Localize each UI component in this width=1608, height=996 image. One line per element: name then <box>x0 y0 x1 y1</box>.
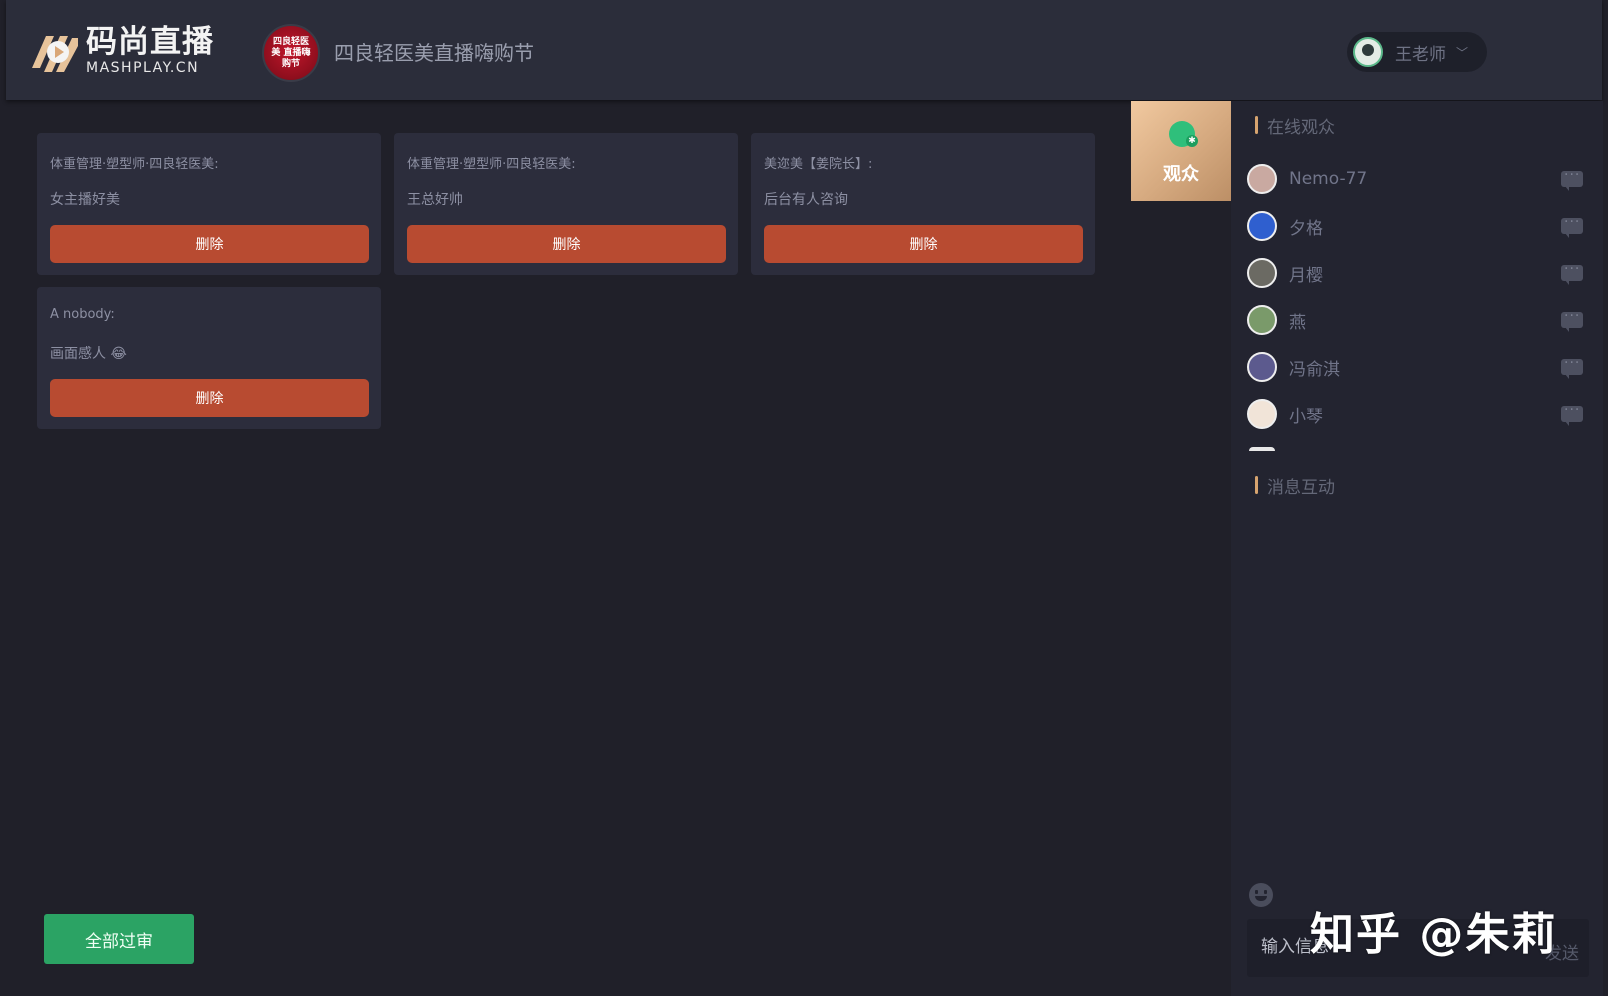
chat-bubble-icon[interactable] <box>1561 355 1583 379</box>
play-logo-icon <box>32 28 78 74</box>
comment-text: 女主播好美 <box>50 192 120 208</box>
user-name: 王老师 <box>1395 44 1446 65</box>
audience-panel: 在线观众 Nemo-77 夕格 月樱 燕 冯俞淇 小琴 消息互动 发送 <box>1231 101 1603 996</box>
comment-author: A nobody: <box>50 307 115 322</box>
chat-bubble-icon[interactable] <box>1561 261 1583 285</box>
logo-text-cn: 码尚直播 <box>86 24 214 60</box>
viewer-name: 夕格 <box>1289 218 1323 239</box>
viewer-name: 月樱 <box>1289 265 1323 286</box>
viewer-item[interactable]: 小琴 <box>1247 398 1587 430</box>
chat-bubble-icon[interactable] <box>1561 214 1583 238</box>
comment-text: 后台有人咨询 <box>764 192 848 208</box>
comment-author: 体重管理·塑型师·四良轻医美: <box>50 157 219 172</box>
approve-all-button[interactable]: 全部过审 <box>44 914 194 964</box>
comment-text: 画面感人 😂 <box>50 346 127 362</box>
comment-author: 美迩美【姜院长】: <box>764 157 873 172</box>
viewer-name: Nemo-77 <box>1289 169 1368 189</box>
avatar <box>1247 211 1277 241</box>
viewer-name: 小琴 <box>1289 406 1323 427</box>
comment-card: 体重管理·塑型师·四良轻医美: 王总好帅 删除 <box>394 133 738 275</box>
room-title: 四良轻医美直播嗨购节 <box>334 41 534 65</box>
avatar <box>1247 258 1277 288</box>
chat-bubble-icon[interactable] <box>1561 167 1583 191</box>
chevron-down-icon: ﹀ <box>1456 45 1469 60</box>
watermark: 知乎 @朱莉 <box>1310 909 1558 960</box>
avatar <box>1247 399 1277 429</box>
viewer-item[interactable]: 冯俞淇 <box>1247 351 1587 383</box>
room-avatar: 四良轻医美 直播嗨购节 <box>262 24 320 82</box>
user-menu[interactable]: 王老师 ﹀ <box>1347 32 1487 72</box>
online-badge-icon: ✱ <box>1186 135 1198 147</box>
viewer-name: 燕 <box>1289 312 1306 333</box>
emoji-icon[interactable] <box>1249 883 1273 907</box>
viewer-item[interactable]: 月樱 <box>1247 257 1587 289</box>
comment-card: 体重管理·塑型师·四良轻医美: 女主播好美 删除 <box>37 133 381 275</box>
chat-bubble-icon[interactable] <box>1561 308 1583 332</box>
tab-audience[interactable]: ✱ 观众 <box>1131 101 1231 201</box>
viewer-item[interactable]: 夕格 <box>1247 210 1587 242</box>
comment-author: 体重管理·塑型师·四良轻医美: <box>407 157 576 172</box>
comment-text: 王总好帅 <box>407 192 463 208</box>
comment-card: A nobody: 画面感人 😂 删除 <box>37 287 381 429</box>
user-avatar <box>1353 37 1383 67</box>
chat-bubble-icon[interactable] <box>1561 402 1583 426</box>
room-avatar-text: 四良轻医美 直播嗨购节 <box>271 36 311 69</box>
delete-button[interactable]: 删除 <box>407 225 726 263</box>
avatar <box>1247 305 1277 335</box>
comment-card: 美迩美【姜院长】: 后台有人咨询 删除 <box>751 133 1095 275</box>
logo-text-en: MASHPLAY.CN <box>86 60 200 76</box>
viewer-name: 冯俞淇 <box>1289 359 1340 380</box>
online-audience-title: 在线观众 <box>1255 113 1335 138</box>
viewer-item[interactable]: Nemo-77 <box>1247 163 1587 195</box>
app-header: 码尚直播 MASHPLAY.CN 四良轻医美 直播嗨购节 四良轻医美直播嗨购节 … <box>6 0 1602 100</box>
delete-button[interactable]: 删除 <box>50 225 369 263</box>
delete-button[interactable]: 删除 <box>764 225 1083 263</box>
avatar <box>1247 164 1277 194</box>
avatar <box>1247 352 1277 382</box>
viewer-item[interactable]: 燕 <box>1247 304 1587 336</box>
app-logo[interactable]: 码尚直播 MASHPLAY.CN <box>32 24 222 76</box>
message-interaction-title: 消息互动 <box>1255 473 1335 498</box>
delete-button[interactable]: 删除 <box>50 379 369 417</box>
tab-audience-label: 观众 <box>1163 164 1199 185</box>
viewer-item-partial <box>1249 447 1275 451</box>
